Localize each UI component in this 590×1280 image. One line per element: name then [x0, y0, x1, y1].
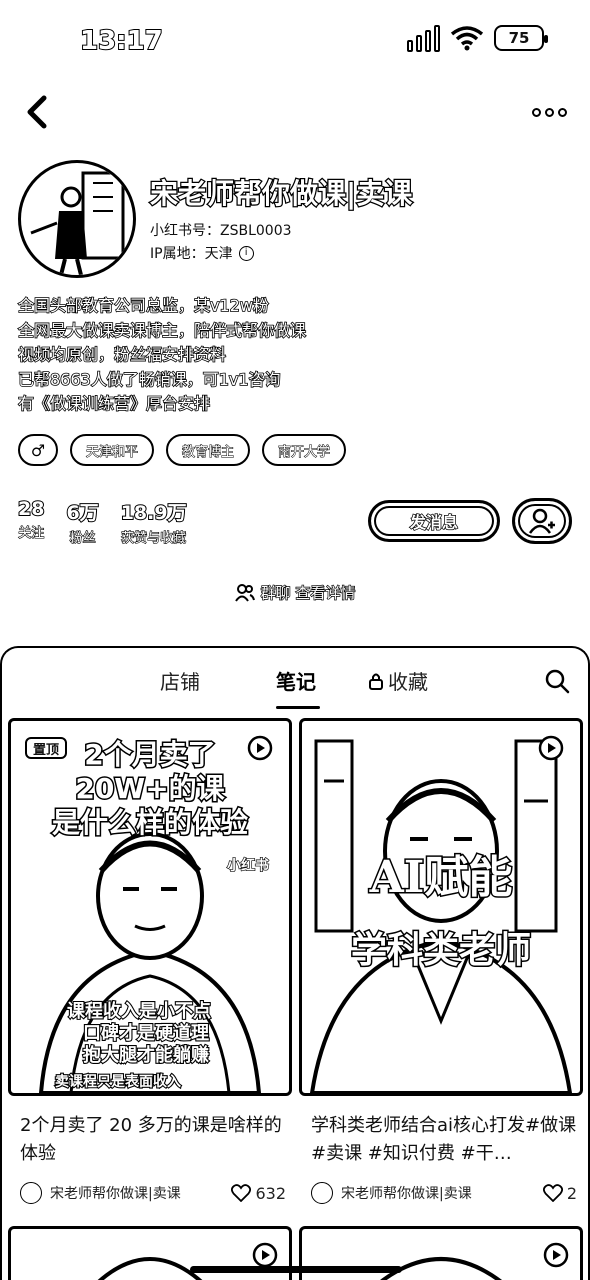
avatar-portrait-image — [30, 171, 125, 275]
avatar[interactable] — [18, 160, 136, 278]
stat-following[interactable]: 28 关注 — [17, 497, 45, 546]
stat-likes-label: 获赞与收藏 — [121, 530, 187, 546]
note-author-row: 宋老师帮你做课|卖课 2 — [311, 1180, 577, 1206]
note-cover-image[interactable]: AI赋能 学科类老师 — [299, 718, 583, 1096]
follow-button[interactable] — [512, 498, 572, 544]
profile-name: 宋老师帮你做课|卖课 — [149, 176, 414, 212]
cover-title-line1: AI赋能 — [368, 851, 514, 905]
stat-followers-label: 粉丝 — [69, 530, 96, 546]
note-author-row: 宋老师帮你做课|卖课 632 — [20, 1180, 286, 1206]
bio-line: 有《做课训练营》厚台安排 — [17, 393, 211, 414]
status-icons: 75 — [407, 24, 548, 52]
stat-followers[interactable]: 6万 粉丝 — [65, 498, 99, 547]
profile-ip-text: IP属地：天津 — [150, 246, 233, 262]
watermark: 小红书 — [226, 857, 269, 874]
battery-indicator: 75 — [494, 25, 548, 51]
user-add-icon — [528, 508, 555, 534]
note-cover-image[interactable]: 置顶 2个月卖了 20W+的课 是什么样的体验 小红书 课程收入是小不点 口碑才… — [8, 718, 292, 1096]
more-dots-icon — [532, 107, 541, 117]
note-caption[interactable]: 学科类老师结合ai核心打发#做课 #卖课 #知识付费 #干… — [311, 1112, 577, 1168]
cover-title-line3: 是什么样的体验 — [50, 805, 249, 841]
profile-tags: ♂ 天津和平 教育博主 南开大学 — [18, 434, 347, 466]
profile-ip-location: IP属地：天津 i — [150, 243, 254, 263]
tab-active-indicator — [276, 706, 320, 709]
info-icon[interactable]: i — [238, 245, 254, 261]
lock-icon — [369, 673, 383, 690]
author-name[interactable]: 宋老师帮你做课|卖课 — [50, 1183, 231, 1203]
cover-subtitle-line4: 卖课程只是表面收入 — [54, 1073, 182, 1091]
bio-line: 视频均原创，粉丝福安排资料 — [17, 344, 227, 365]
cover-subtitle-line3: 抱大腿才能躺赚 — [82, 1044, 210, 1067]
status-time: 13:17 — [79, 25, 164, 57]
tab-collect[interactable]: 收藏 — [368, 666, 428, 695]
tag-school[interactable]: 南开大学 — [262, 434, 347, 466]
tag-location[interactable]: 天津和平 — [70, 434, 155, 466]
cellular-signal-icon — [407, 24, 440, 52]
bio-line: 全网最大做课卖课博主，陪伴式帮你做课 — [17, 320, 307, 341]
tab-collect-label: 收藏 — [388, 670, 428, 694]
more-options-button[interactable] — [532, 100, 568, 124]
back-button[interactable] — [20, 92, 60, 132]
like-count: 2 — [566, 1183, 577, 1203]
tab-shop-label: 店铺 — [160, 670, 200, 694]
stat-followers-count: 6万 — [65, 501, 99, 525]
author-avatar[interactable] — [311, 1182, 333, 1204]
tag-occupation[interactable]: 教育博主 — [166, 434, 251, 466]
gender-tag: ♂ — [18, 434, 58, 466]
male-icon: ♂ — [30, 440, 46, 460]
home-indicator[interactable] — [190, 1266, 402, 1273]
send-message-button[interactable]: 发消息 — [368, 500, 500, 542]
profile-id[interactable]: 小红书号：ZSBL0003 — [150, 220, 292, 240]
author-avatar[interactable] — [20, 1182, 42, 1204]
tab-shop[interactable]: 店铺 — [160, 666, 200, 695]
stat-likes-count: 18.9万 — [120, 501, 188, 525]
like-button[interactable]: 632 — [231, 1184, 286, 1203]
heart-icon — [231, 1184, 252, 1202]
video-play-icon — [538, 735, 564, 761]
cover-illustration — [309, 739, 573, 1093]
tab-notes[interactable]: 笔记 — [276, 666, 316, 695]
search-icon[interactable] — [544, 668, 570, 694]
stat-following-label: 关注 — [18, 525, 45, 541]
like-button[interactable]: 2 — [542, 1183, 577, 1203]
profile-stats: 28 关注 6万 粉丝 18.9万 获赞与收藏 — [17, 497, 188, 547]
heart-icon — [542, 1184, 563, 1202]
group-icon — [234, 583, 255, 602]
author-name[interactable]: 宋老师帮你做课|卖课 — [341, 1183, 543, 1203]
bio-line: 全国头部教育公司总监，某v12w粉 — [17, 295, 270, 316]
content-tabs: 店铺 笔记 收藏 — [2, 666, 590, 709]
bio-line: 已帮8663人做了畅销课，可1v1咨询 — [17, 369, 281, 390]
chevron-left-icon — [27, 95, 47, 129]
group-chat-link[interactable]: 群聊 查看详情 — [0, 582, 590, 603]
profile-bio: 全国头部教育公司总监，某v12w粉 全网最大做课卖课博主，陪伴式帮你做课 视频均… — [17, 294, 418, 417]
status-bar: 13:17 75 — [0, 0, 590, 80]
group-chat-label: 群聊 查看详情 — [260, 583, 356, 602]
tab-notes-label: 笔记 — [276, 670, 316, 694]
cover-title-line2: 学科类老师 — [349, 929, 532, 973]
like-count: 632 — [255, 1183, 286, 1203]
stat-likes[interactable]: 18.9万 获赞与收藏 — [120, 498, 188, 547]
wifi-icon — [450, 25, 484, 51]
stat-following-count: 28 — [17, 497, 45, 521]
note-caption[interactable]: 2个月卖了 20 多万的课是啥样的体验 — [20, 1112, 286, 1168]
